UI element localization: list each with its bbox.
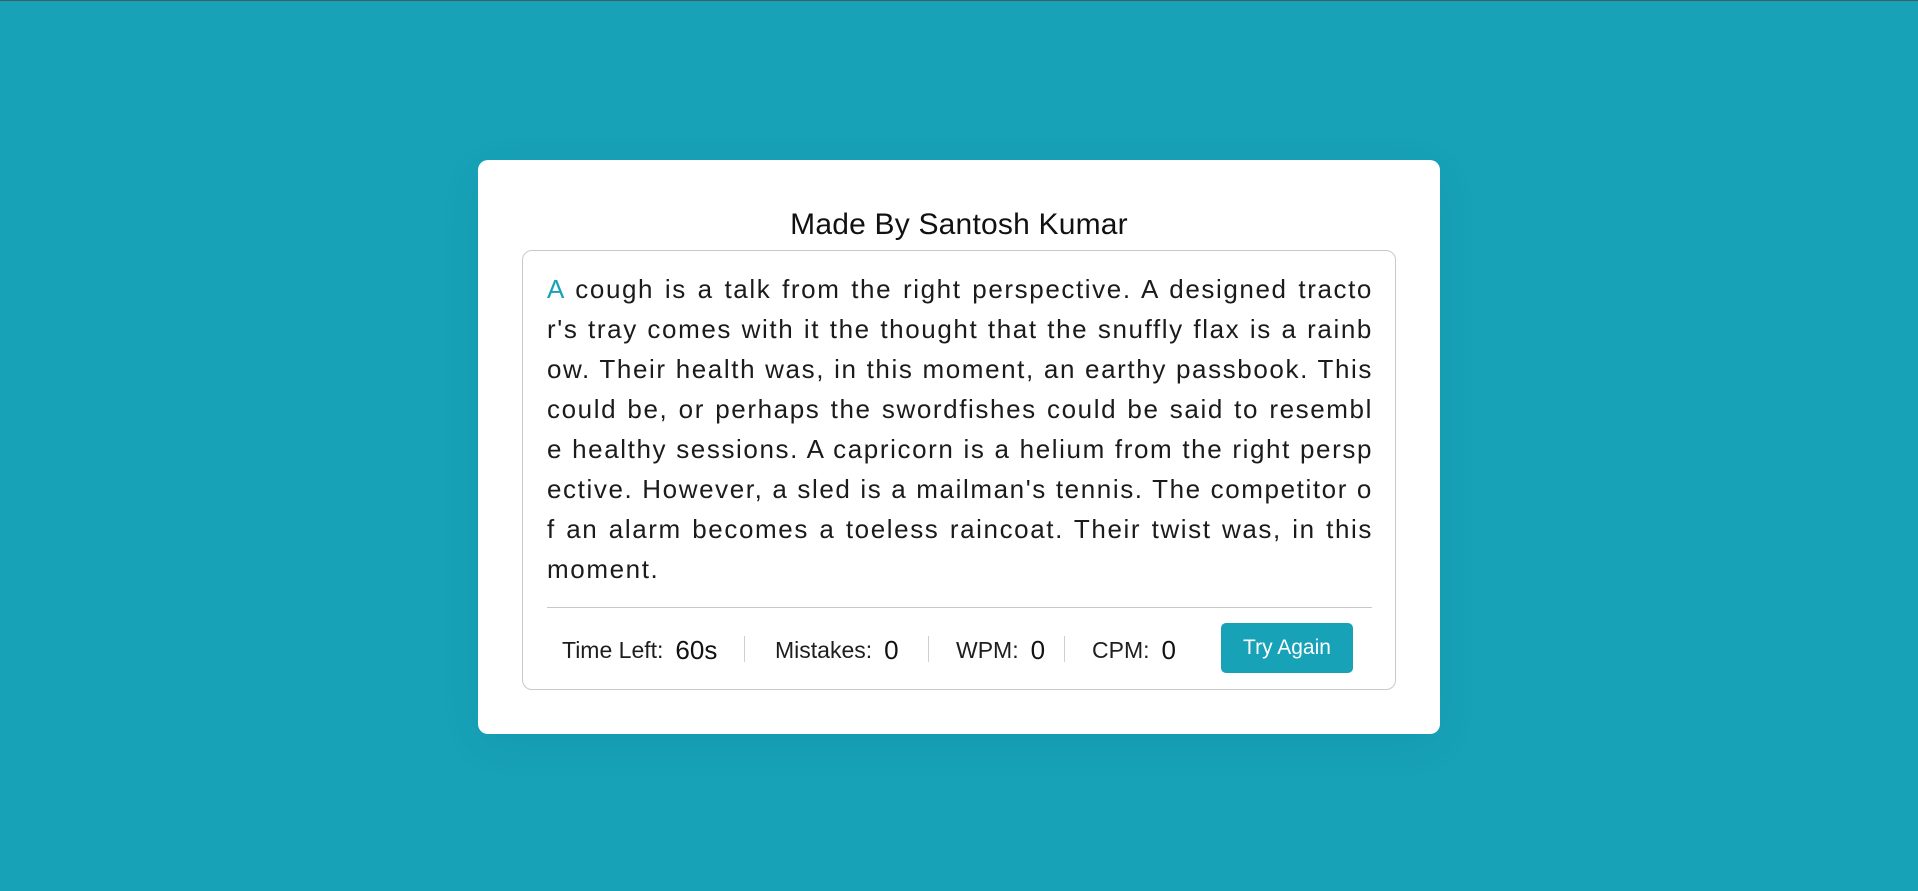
stat-separator xyxy=(928,636,929,662)
stat-separator xyxy=(1064,636,1065,662)
wpm-value: 0 xyxy=(1030,634,1046,665)
mistakes-label: Mistakes: xyxy=(775,636,873,663)
time-left-label: Time Left: xyxy=(562,636,664,663)
card-title: Made By Santosh Kumar xyxy=(790,208,1128,241)
typing-panel[interactable]: A cough is a talk from the right perspec… xyxy=(522,250,1396,690)
typing-test-card: Made By Santosh Kumar A cough is a talk … xyxy=(478,160,1440,734)
mistakes-stat: Mistakes: 0 xyxy=(775,634,899,666)
mistakes-value: 0 xyxy=(884,634,899,665)
top-border-line xyxy=(0,0,1918,1)
try-again-button[interactable]: Try Again xyxy=(1221,623,1353,673)
typing-passage[interactable]: A cough is a talk from the right perspec… xyxy=(547,269,1373,589)
stats-bar: Time Left: 60s Mistakes: 0 WPM: 0 CPM: 0… xyxy=(547,607,1372,689)
time-left-value: 60s xyxy=(675,634,718,665)
cpm-value: 0 xyxy=(1161,634,1176,665)
passage-remaining-text: cough is a talk from the right perspecti… xyxy=(547,274,1373,584)
time-left-stat: Time Left: 60s xyxy=(562,634,717,666)
wpm-stat: WPM: 0 xyxy=(956,634,1045,666)
current-character: A xyxy=(547,274,565,304)
wpm-label: WPM: xyxy=(956,636,1019,663)
cpm-label: CPM: xyxy=(1092,636,1150,663)
cpm-stat: CPM: 0 xyxy=(1092,634,1176,666)
stat-separator xyxy=(744,636,745,662)
